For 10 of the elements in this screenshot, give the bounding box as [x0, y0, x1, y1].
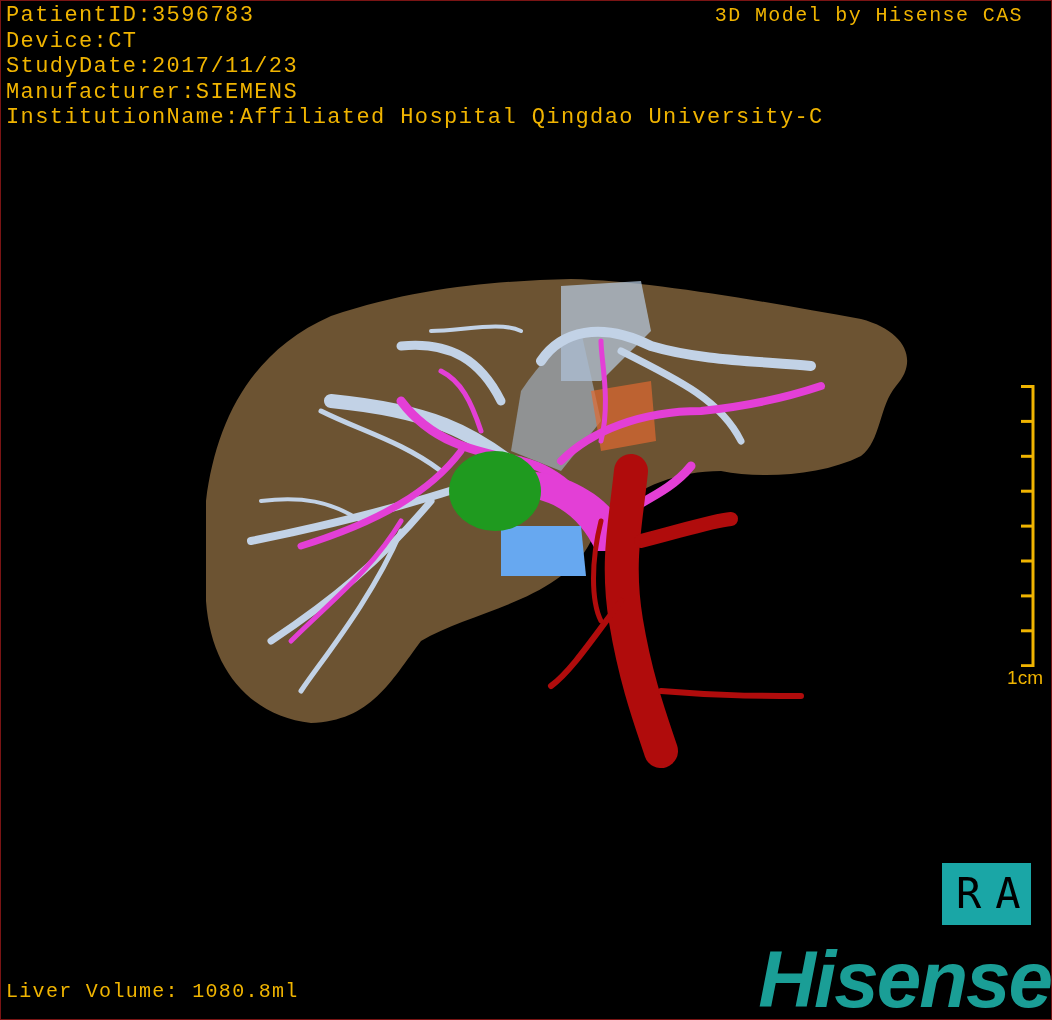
patient-info-text: InstitutionName:Affiliated Hospital Qingdao University-C — [6, 105, 824, 131]
brand-logo: Hisense — [758, 947, 1051, 1013]
scale-label: 1cm — [1007, 666, 1043, 689]
liver-volume-text: Liver Volume: 1080.8ml — [6, 979, 299, 1005]
patient-info-text: StudyDate:2017/11/23 — [6, 54, 299, 80]
patient-info-text: Device:CT — [6, 28, 138, 54]
patient-info-text: Manufacturer:SIEMENS — [6, 79, 299, 105]
orientation-label: RA — [942, 863, 1031, 925]
patient-info-text: PatientID:3596783 — [6, 3, 255, 29]
viewer-title: 3D Model by Hisense CAS — [714, 3, 1023, 29]
